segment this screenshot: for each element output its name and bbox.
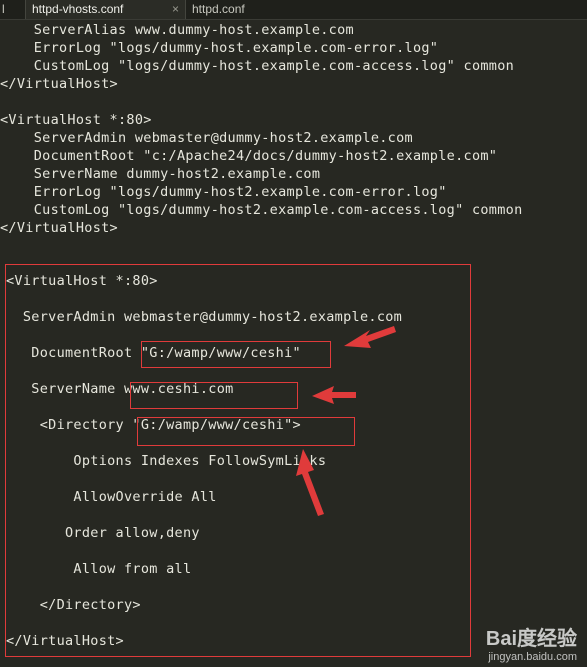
code-line: ServerAlias www.dummy-host.example.com	[0, 22, 354, 38]
highlight-box-documentroot	[141, 341, 331, 368]
code-line: </VirtualHost>	[0, 76, 118, 92]
code-line: Options Indexes FollowSymLinks	[6, 453, 327, 469]
code-line: AllowOverride All	[6, 489, 217, 505]
code-line: ServerAdmin webmaster@dummy-host2.exampl…	[6, 309, 403, 325]
code-line: ServerName dummy-host2.example.com	[0, 166, 321, 182]
highlight-box-directory	[137, 417, 355, 446]
baidu-watermark: Bai度经验 jingyan.baidu.com	[429, 618, 579, 663]
code-line: CustomLog "logs/dummy-host.example.com-a…	[0, 58, 515, 74]
code-line: ServerAdmin webmaster@dummy-host2.exampl…	[0, 130, 413, 146]
code-line: Order allow,deny	[6, 525, 200, 541]
code-line: ErrorLog "logs/dummy-host2.example.com-e…	[0, 184, 447, 200]
code-editor[interactable]: ServerAlias www.dummy-host.example.com E…	[0, 0, 587, 667]
code-line: ErrorLog "logs/dummy-host.example.com-er…	[0, 40, 439, 56]
code-line: <VirtualHost *:80>	[0, 112, 152, 128]
code-line: DocumentRoot "c:/Apache24/docs/dummy-hos…	[0, 148, 498, 164]
code-line: </VirtualHost>	[0, 220, 118, 236]
code-line: Allow from all	[6, 561, 192, 577]
watermark-url: jingyan.baidu.com	[488, 651, 577, 663]
code-line: </Directory>	[6, 597, 141, 613]
code-line: </VirtualHost>	[6, 633, 124, 649]
code-line: CustomLog "logs/dummy-host2.example.com-…	[0, 202, 523, 218]
code-line: <VirtualHost *:80>	[6, 273, 158, 289]
watermark-brand: Bai度经验	[485, 628, 577, 650]
highlight-box-servername	[130, 382, 298, 409]
